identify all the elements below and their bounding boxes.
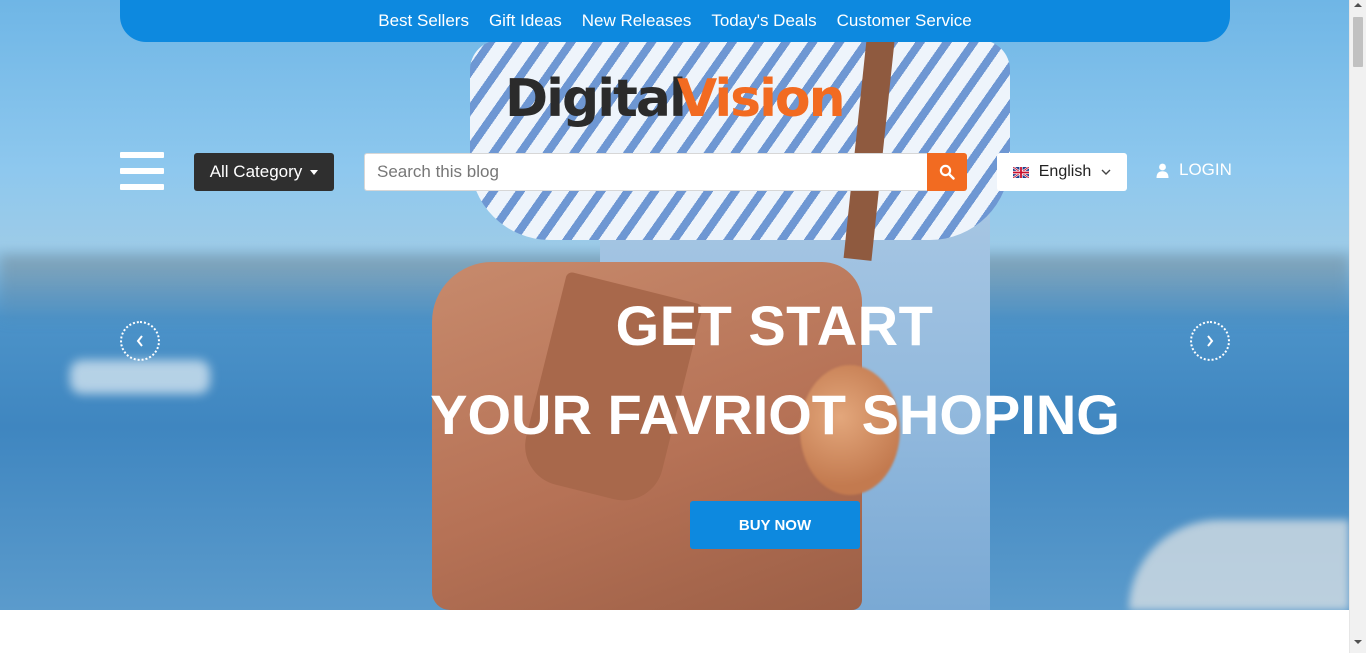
page-scrollbar[interactable] — [1349, 0, 1366, 653]
hero-background-boat — [70, 360, 210, 394]
all-category-dropdown[interactable]: All Category — [194, 153, 334, 191]
top-navigation-bar: Best Sellers Gift Ideas New Releases Tod… — [120, 0, 1230, 42]
buy-now-button[interactable]: BUY NOW — [690, 501, 860, 549]
chevron-down-icon — [1101, 169, 1111, 175]
scrollbar-thumb[interactable] — [1353, 17, 1363, 67]
scroll-up-arrow-icon[interactable] — [1350, 2, 1366, 14]
search-input[interactable] — [364, 153, 927, 191]
caret-down-icon — [310, 169, 319, 175]
uk-flag-icon — [1012, 166, 1029, 178]
search-form — [364, 153, 967, 191]
search-button[interactable] — [927, 153, 967, 191]
logo-text-accent: Vision — [677, 69, 844, 128]
logo-text-dark: Digital — [505, 69, 685, 128]
language-selector[interactable]: English — [997, 153, 1127, 191]
nav-link-gift-ideas[interactable]: Gift Ideas — [489, 11, 562, 31]
nav-link-new-releases[interactable]: New Releases — [582, 11, 692, 31]
hero-background-rock — [1129, 520, 1349, 610]
nav-link-todays-deals[interactable]: Today's Deals — [711, 11, 816, 31]
language-label: English — [1038, 163, 1092, 180]
hero-title-line-1: GET START — [615, 294, 934, 357]
login-link[interactable]: LOGIN — [1156, 160, 1232, 180]
category-label: All Category — [209, 162, 303, 181]
scroll-down-arrow-icon[interactable] — [1350, 639, 1366, 651]
hero-title-line-2: YOUR FAVRIOT SHOPING — [430, 383, 1120, 446]
nav-link-customer-service[interactable]: Customer Service — [837, 11, 972, 31]
nav-link-best-sellers[interactable]: Best Sellers — [378, 11, 469, 31]
user-icon — [1156, 163, 1169, 178]
hamburger-menu-icon[interactable] — [120, 152, 164, 190]
search-icon — [939, 164, 955, 180]
site-logo[interactable]: Digital Vision — [505, 68, 850, 128]
login-label: LOGIN — [1179, 160, 1232, 179]
page: Best Sellers Gift Ideas New Releases Tod… — [0, 0, 1366, 653]
